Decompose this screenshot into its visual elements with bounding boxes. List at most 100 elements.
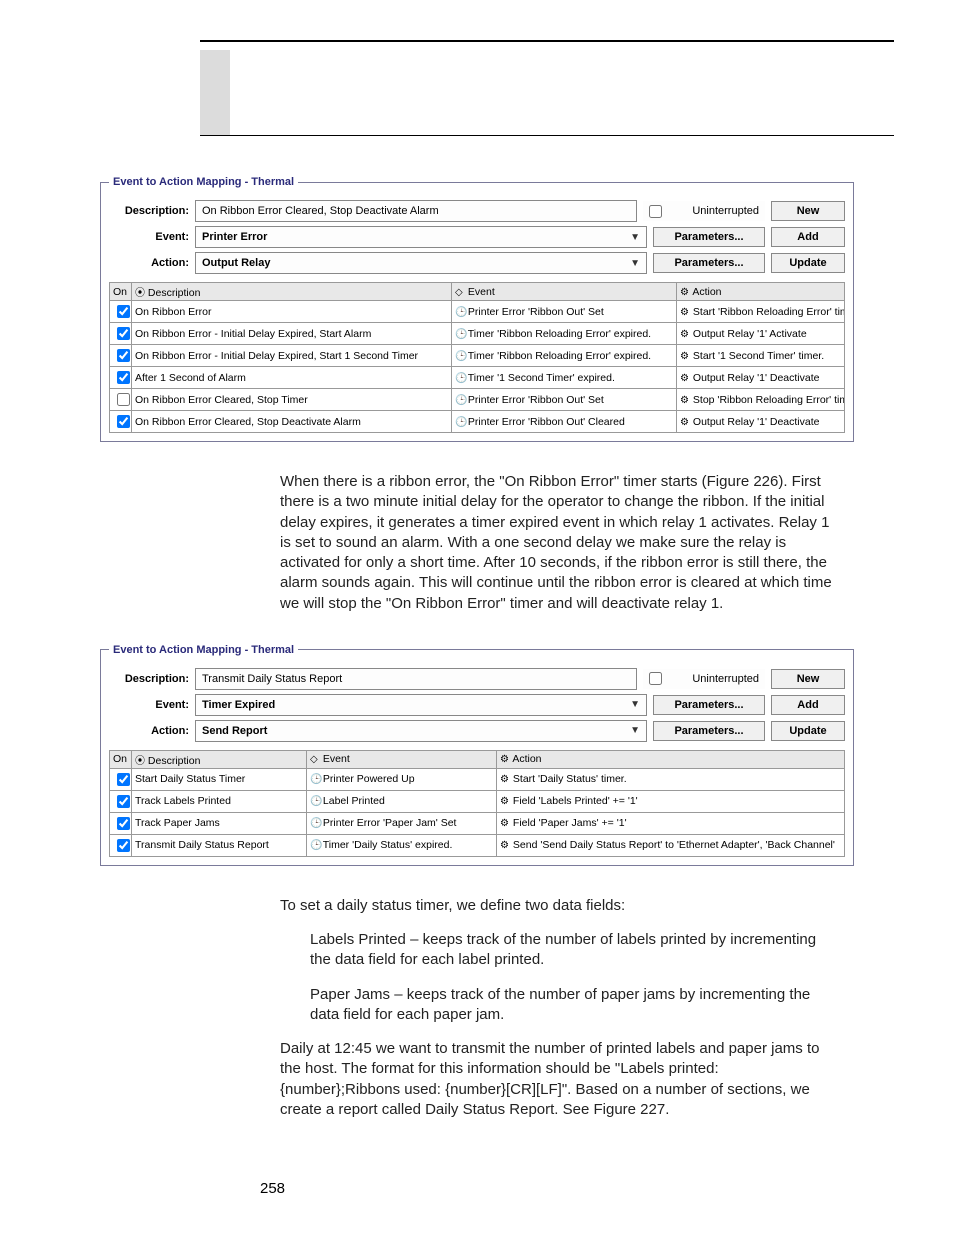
action-select[interactable]: Output Relay▼ [195, 252, 647, 274]
row-action: ⚙ Output Relay '1' Activate [677, 323, 845, 345]
row-event: 🕒 Printer Error 'Ribbon Out' Cleared [452, 411, 677, 433]
tree-icon: ⦿ [135, 284, 145, 299]
update-button[interactable]: Update [771, 253, 845, 273]
row-event: 🕒 Timer '1 Second Timer' expired. [452, 367, 677, 389]
update-button[interactable]: Update [771, 721, 845, 741]
gear-icon: ⚙ [500, 840, 510, 851]
col-action: ⚙ Action [497, 750, 845, 768]
add-button[interactable]: Add [771, 227, 845, 247]
gear-icon: ⚙ [500, 818, 510, 829]
col-description: ⦿ Description [132, 283, 452, 301]
event-action-panel-2: Event to Action Mapping - Thermal Descri… [100, 644, 854, 866]
col-description: ⦿ Description [132, 750, 307, 768]
col-event: ◇ Event [307, 750, 497, 768]
row-event: 🕒 Timer 'Daily Status' expired. [307, 834, 497, 856]
clock-icon: 🕒 [455, 307, 465, 318]
row-event: 🕒 Printer Powered Up [307, 768, 497, 790]
gear-icon: ⚙ [680, 307, 690, 318]
gear-icon: ⚙ [680, 287, 690, 298]
gear-icon: ⚙ [500, 796, 510, 807]
action-parameters-button[interactable]: Parameters... [653, 253, 765, 273]
table-row[interactable]: Transmit Daily Status Report🕒 Timer 'Dai… [110, 834, 845, 856]
row-action: ⚙ Start '1 Second Timer' timer. [677, 345, 845, 367]
col-event: ◇ Event [452, 283, 677, 301]
row-event: 🕒 Timer 'Ribbon Reloading Error' expired… [452, 345, 677, 367]
on-checkbox[interactable] [110, 345, 132, 367]
table-row[interactable]: Track Paper Jams🕒 Printer Error 'Paper J… [110, 812, 845, 834]
new-button[interactable]: New [771, 669, 845, 689]
chevron-down-icon: ▼ [630, 232, 640, 243]
clock-icon: 🕒 [310, 840, 320, 851]
description-label: Description: [109, 673, 189, 685]
table-row[interactable]: On Ribbon Error - Initial Delay Expired,… [110, 345, 845, 367]
uninterrupted-checkbox[interactable]: Uninterrupted [643, 669, 765, 689]
action-label: Action: [109, 725, 189, 737]
clock-icon: 🕒 [310, 818, 320, 829]
on-checkbox[interactable] [110, 323, 132, 345]
section-tab [200, 50, 230, 135]
add-button[interactable]: Add [771, 695, 845, 715]
row-action: ⚙ Output Relay '1' Deactivate [677, 411, 845, 433]
gear-icon: ⚙ [500, 754, 510, 765]
gear-icon: ⚙ [500, 774, 510, 785]
gear-icon: ⚙ [680, 395, 690, 406]
row-action: ⚙ Field 'Paper Jams' += '1' [497, 812, 845, 834]
event-label: Event: [109, 231, 189, 243]
row-description: On Ribbon Error [132, 301, 452, 323]
mapping-table-2: On ⦿ Description ◇ Event ⚙ Action Start … [109, 750, 845, 857]
row-action: ⚙ Field 'Labels Printed' += '1' [497, 790, 845, 812]
action-parameters-button[interactable]: Parameters... [653, 721, 765, 741]
col-on: On [110, 283, 132, 301]
action-label: Action: [109, 257, 189, 269]
col-on: On [110, 750, 132, 768]
on-checkbox[interactable] [110, 389, 132, 411]
clock-icon: 🕒 [455, 351, 465, 362]
on-checkbox[interactable] [110, 834, 132, 856]
clock-icon: 🕒 [310, 796, 320, 807]
on-checkbox[interactable] [110, 768, 132, 790]
table-row[interactable]: Start Daily Status Timer🕒 Printer Powere… [110, 768, 845, 790]
event-select[interactable]: Printer Error▼ [195, 226, 647, 248]
row-action: ⚙ Start 'Daily Status' timer. [497, 768, 845, 790]
description-field[interactable]: On Ribbon Error Cleared, Stop Deactivate… [195, 200, 637, 222]
table-row[interactable]: On Ribbon Error🕒 Printer Error 'Ribbon O… [110, 301, 845, 323]
table-row[interactable]: On Ribbon Error - Initial Delay Expired,… [110, 323, 845, 345]
row-action: ⚙ Output Relay '1' Deactivate [677, 367, 845, 389]
paragraph-3: Daily at 12:45 we want to transmit the n… [280, 1039, 834, 1120]
clock-icon: 🕒 [455, 395, 465, 406]
row-action: ⚙ Send 'Send Daily Status Report' to 'Et… [497, 834, 845, 856]
on-checkbox[interactable] [110, 812, 132, 834]
description-field[interactable]: Transmit Daily Status Report [195, 668, 637, 690]
chevron-down-icon: ▼ [630, 258, 640, 269]
on-checkbox[interactable] [110, 367, 132, 389]
table-row[interactable]: On Ribbon Error Cleared, Stop Timer🕒 Pri… [110, 389, 845, 411]
table-row[interactable]: After 1 Second of Alarm🕒 Timer '1 Second… [110, 367, 845, 389]
row-description: On Ribbon Error - Initial Delay Expired,… [132, 323, 452, 345]
on-checkbox[interactable] [110, 790, 132, 812]
row-event: 🕒 Printer Error 'Paper Jam' Set [307, 812, 497, 834]
mapping-table-1: On ⦿ Description ◇ Event ⚙ Action On Rib… [109, 282, 845, 433]
gear-icon: ⚙ [680, 329, 690, 340]
event-label: Event: [109, 699, 189, 711]
table-row[interactable]: Track Labels Printed🕒 Label Printed⚙ Fie… [110, 790, 845, 812]
on-checkbox[interactable] [110, 411, 132, 433]
uninterrupted-checkbox[interactable]: Uninterrupted [643, 201, 765, 221]
on-checkbox[interactable] [110, 301, 132, 323]
event-parameters-button[interactable]: Parameters... [653, 695, 765, 715]
event-parameters-button[interactable]: Parameters... [653, 227, 765, 247]
event-select[interactable]: Timer Expired▼ [195, 694, 647, 716]
gear-icon: ⚙ [680, 417, 690, 428]
panel-legend: Event to Action Mapping - Thermal [109, 644, 298, 656]
table-row[interactable]: On Ribbon Error Cleared, Stop Deactivate… [110, 411, 845, 433]
gear-icon: ⚙ [680, 373, 690, 384]
diamond-icon: ◇ [455, 287, 465, 298]
action-select[interactable]: Send Report▼ [195, 720, 647, 742]
row-event: 🕒 Printer Error 'Ribbon Out' Set [452, 301, 677, 323]
new-button[interactable]: New [771, 201, 845, 221]
row-description: Track Labels Printed [132, 790, 307, 812]
paragraph-2-intro: To set a daily status timer, we define t… [280, 896, 834, 916]
row-event: 🕒 Printer Error 'Ribbon Out' Set [452, 389, 677, 411]
chevron-down-icon: ▼ [630, 699, 640, 710]
row-description: On Ribbon Error Cleared, Stop Timer [132, 389, 452, 411]
tree-icon: ⦿ [135, 752, 145, 767]
